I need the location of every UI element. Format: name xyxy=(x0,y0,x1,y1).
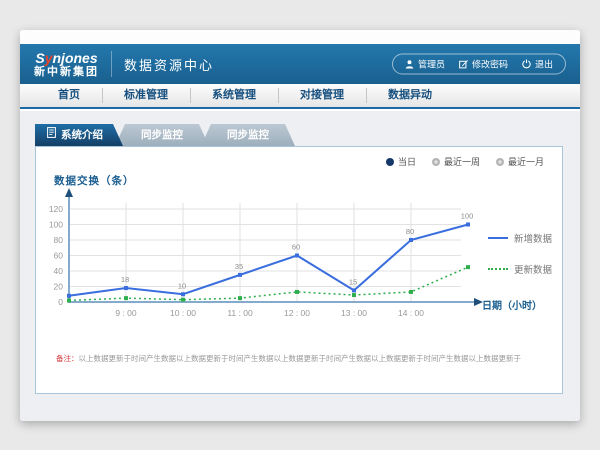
company-name: 新中新集团 xyxy=(34,67,99,78)
nav-item-data-changes[interactable]: 数据异动 xyxy=(366,84,454,107)
svg-text:60: 60 xyxy=(292,243,300,252)
brand-text: Synjones xyxy=(35,51,97,65)
dotted-line-icon xyxy=(488,268,508,270)
power-icon xyxy=(522,60,531,69)
nav-item-standard-mgmt[interactable]: 标准管理 xyxy=(102,84,190,107)
svg-text:40: 40 xyxy=(54,266,64,276)
x-axis-title: 日期（小时） xyxy=(482,297,542,312)
svg-text:100: 100 xyxy=(49,220,63,230)
admin-user-button[interactable]: 管理员 xyxy=(405,58,445,71)
footnote-prefix: 备注： xyxy=(56,354,79,363)
chart-panel: 当日 最近一周 最近一月 数据交换（条） 0204060801001209 : … xyxy=(35,146,563,394)
exchange-line-chart: 0 20 40 60 80 100 120 9 : 00 10 : 00 11 : 00 12 : … xyxy=(36,147,564,382)
svg-text:15: 15 xyxy=(349,277,357,286)
svg-text:9 : 00: 9 : 00 xyxy=(115,308,137,318)
header-divider xyxy=(111,51,112,77)
nav-item-home[interactable]: 首页 xyxy=(36,84,102,107)
legend-new-data-label: 新增数据 xyxy=(514,231,552,245)
legend-new-data[interactable]: 新增数据 xyxy=(488,231,552,245)
svg-text:10: 10 xyxy=(178,281,186,290)
svg-text:35: 35 xyxy=(235,262,243,271)
window-top-strip xyxy=(20,30,580,44)
brand-prefix: S xyxy=(35,50,44,66)
nav-item-integration-mgmt[interactable]: 对接管理 xyxy=(278,84,366,107)
svg-text:80: 80 xyxy=(406,227,414,236)
svg-text:120: 120 xyxy=(49,204,63,214)
svg-text:100: 100 xyxy=(461,212,474,221)
tab-sync-monitor-2[interactable]: 同步监控 xyxy=(201,124,295,146)
svg-text:80: 80 xyxy=(54,235,64,245)
tab-system-intro[interactable]: 系统介绍 xyxy=(35,124,123,146)
user-icon xyxy=(405,60,414,69)
svg-text:0: 0 xyxy=(58,297,63,307)
logout-label: 退出 xyxy=(535,58,553,71)
tab-system-intro-label: 系统介绍 xyxy=(61,124,103,146)
series-legend: 新增数据 更新数据 xyxy=(488,231,552,276)
tab-bar: 系统介绍 同步监控 同步监控 xyxy=(35,124,295,146)
page-title: 数据资源中心 xyxy=(124,55,214,74)
svg-text:13 : 00: 13 : 00 xyxy=(341,308,367,318)
document-icon xyxy=(47,124,56,146)
svg-text:10 : 00: 10 : 00 xyxy=(170,308,196,318)
tab-sync-monitor-1-label: 同步监控 xyxy=(141,129,183,141)
admin-label: 管理员 xyxy=(418,58,445,71)
svg-text:20: 20 xyxy=(54,282,64,292)
synjones-logo: Synjones 新中新集团 xyxy=(34,51,99,78)
legend-update-data-label: 更新数据 xyxy=(514,262,552,276)
app-window: Synjones 新中新集团 数据资源中心 管理员 修改密码 xyxy=(20,30,580,421)
svg-text:11 : 00: 11 : 00 xyxy=(227,308,253,318)
change-password-button[interactable]: 修改密码 xyxy=(459,58,508,71)
svg-text:18: 18 xyxy=(121,275,129,284)
svg-text:12 : 00: 12 : 00 xyxy=(284,308,310,318)
footnote: 备注：以上数据更新于时间产生数据以上数据更新于时间产生数据以上数据更新于时间产生… xyxy=(56,353,521,364)
svg-text:14 : 00: 14 : 00 xyxy=(398,308,424,318)
legend-update-data[interactable]: 更新数据 xyxy=(488,262,552,276)
change-password-label: 修改密码 xyxy=(472,58,508,71)
app-header: Synjones 新中新集团 数据资源中心 管理员 修改密码 xyxy=(20,44,580,84)
brand-suffix: njones xyxy=(53,50,98,66)
svg-text:60: 60 xyxy=(54,251,64,261)
logout-button[interactable]: 退出 xyxy=(522,58,553,71)
user-bar: 管理员 修改密码 退出 xyxy=(392,54,566,75)
brand-accent: y xyxy=(45,50,53,66)
footnote-text: 以上数据更新于时间产生数据以上数据更新于时间产生数据以上数据更新于时间产生数据以… xyxy=(79,354,522,363)
tab-sync-monitor-1[interactable]: 同步监控 xyxy=(115,124,209,146)
solid-line-icon xyxy=(488,237,508,239)
content-area: 系统介绍 同步监控 同步监控 当日 最近一周 xyxy=(20,111,580,421)
edit-icon xyxy=(459,60,468,69)
main-nav: 首页 标准管理 系统管理 对接管理 数据异动 xyxy=(20,84,580,109)
nav-item-system-mgmt[interactable]: 系统管理 xyxy=(190,84,278,107)
tab-sync-monitor-2-label: 同步监控 xyxy=(227,129,269,141)
